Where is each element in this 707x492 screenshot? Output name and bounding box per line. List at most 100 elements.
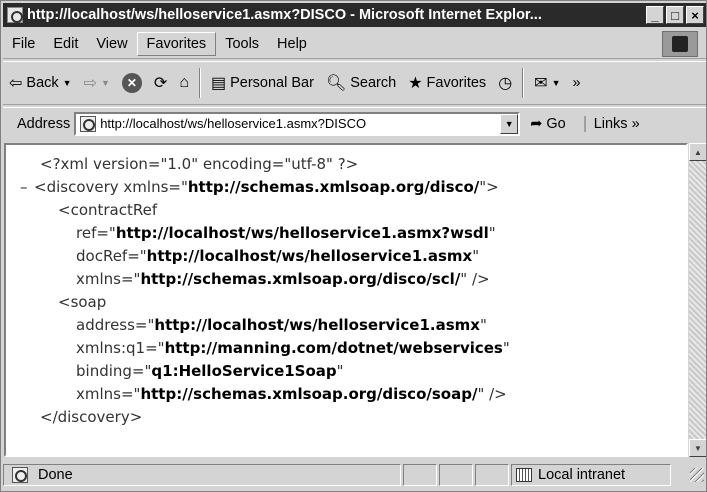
xml-markup: <contractRef xyxy=(58,201,158,219)
forward-button[interactable]: ⇨ ▼ xyxy=(78,66,116,100)
menu-tools[interactable]: Tools xyxy=(216,32,268,56)
maximize-button[interactable]: □ xyxy=(666,6,684,24)
vertical-scrollbar[interactable]: ▲ ▼ xyxy=(689,143,706,457)
xml-markup: <discovery xmlns=" xyxy=(34,178,188,196)
refresh-icon: ⟳ xyxy=(153,75,168,92)
status-main-pane: Done xyxy=(3,464,401,486)
xml-markup: " xyxy=(479,316,487,334)
mail-icon: ✉ xyxy=(534,75,548,92)
home-icon: ⌂ xyxy=(179,74,189,91)
search-icon: 🔍︎ xyxy=(325,75,347,92)
xml-line: docRef="http://localhost/ws/helloservice… xyxy=(6,245,686,268)
internet-explorer-icon[interactable] xyxy=(7,7,23,23)
xml-attribute-value: http://localhost/ws/helloservice1.asmx xyxy=(146,247,473,265)
title-bar: http://localhost/ws/helloservice1.asmx?D… xyxy=(3,3,706,27)
windows-logo-icon xyxy=(662,30,698,57)
favorites-label: Favorites xyxy=(426,75,487,91)
xml-line: <contractRef xyxy=(6,199,686,222)
menu-view[interactable]: View xyxy=(87,32,136,56)
xml-markup: xmlns=" xyxy=(76,270,141,288)
standard-toolbar: ⇦ Back ▼ ⇨ ▼ ✕ ⟳ ⌂ ▤ Personal Bar 🔍︎ Sea… xyxy=(3,61,706,105)
refresh-button[interactable]: ⟳ xyxy=(148,66,173,100)
forward-arrow-icon: ⇨ xyxy=(83,75,97,92)
xml-markup: <?xml version="1.0" encoding="utf-8" ?> xyxy=(40,155,359,173)
xml-markup: docRef=" xyxy=(76,247,147,265)
home-button[interactable]: ⌂ xyxy=(173,66,195,100)
address-input[interactable] xyxy=(100,116,491,131)
menu-bar: File Edit View Favorites Tools Help xyxy=(3,29,706,59)
collapse-toggle[interactable]: – xyxy=(20,176,34,199)
xml-line: ref="http://localhost/ws/helloservice1.a… xyxy=(6,222,686,245)
resize-grip[interactable] xyxy=(690,468,704,482)
xml-attribute-value: http://schemas.xmlsoap.org/disco/ xyxy=(187,178,480,196)
xml-line: </discovery> xyxy=(6,406,686,429)
scroll-up-button[interactable]: ▲ xyxy=(689,143,706,161)
status-pane-empty xyxy=(439,464,473,486)
go-button[interactable]: ➦ Go xyxy=(530,116,566,132)
xml-markup: </discovery> xyxy=(40,408,143,426)
xml-markup: " xyxy=(472,247,480,265)
intranet-icon xyxy=(516,468,532,482)
xml-attribute-value: http://localhost/ws/helloservice1.asmx?w… xyxy=(115,224,489,242)
xml-line: <soap xyxy=(6,291,686,314)
xml-markup: xmlns:q1=" xyxy=(76,339,165,357)
chevron-down-icon[interactable]: ▼ xyxy=(63,78,72,88)
security-zone-pane: Local intranet xyxy=(511,464,671,486)
xml-markup: ref=" xyxy=(76,224,116,242)
xml-line: xmlns="http://schemas.xmlsoap.org/disco/… xyxy=(6,268,686,291)
address-bar: Address ▼ ➦ Go Links » xyxy=(3,107,706,139)
go-arrow-icon: ➦ xyxy=(530,115,543,132)
xml-attribute-value: q1:HelloService1Soap xyxy=(151,362,337,380)
xml-markup: binding=" xyxy=(76,362,152,380)
xml-markup: " /> xyxy=(460,270,490,288)
xml-markup: address=" xyxy=(76,316,155,334)
close-button[interactable]: × xyxy=(686,6,704,24)
window-controls: _ □ × xyxy=(646,6,704,24)
xml-markup: xmlns=" xyxy=(76,385,141,403)
xml-attribute-value: http://schemas.xmlsoap.org/disco/scl/ xyxy=(140,270,461,288)
xml-markup: "> xyxy=(479,178,499,196)
page-icon xyxy=(80,115,97,132)
xml-markup: <soap xyxy=(58,293,107,311)
minimize-button[interactable]: _ xyxy=(646,6,664,24)
toolbar-more-button[interactable]: » xyxy=(566,66,586,100)
menu-favorites[interactable]: Favorites xyxy=(136,31,217,56)
personal-bar-label: Personal Bar xyxy=(230,75,314,91)
menu-edit[interactable]: Edit xyxy=(44,32,87,56)
favorites-button[interactable]: ★ Favorites xyxy=(402,66,492,100)
scroll-down-button[interactable]: ▼ xyxy=(689,439,706,457)
mail-button[interactable]: ✉ ▼ xyxy=(528,66,566,100)
favorites-icon: ★ xyxy=(408,75,423,92)
xml-markup: " xyxy=(488,224,496,242)
personal-bar-icon: ▤ xyxy=(210,75,227,92)
status-pane-empty xyxy=(475,464,509,486)
links-button[interactable]: Links » xyxy=(583,115,640,132)
page-icon xyxy=(12,467,28,483)
menu-file[interactable]: File xyxy=(3,32,44,56)
chevron-down-icon[interactable]: ▼ xyxy=(101,78,110,88)
xml-attribute-value: http://manning.com/dotnet/webservices xyxy=(164,339,503,357)
chevron-down-icon[interactable]: ▼ xyxy=(552,78,561,88)
address-box[interactable]: ▼ xyxy=(74,111,521,136)
search-button[interactable]: 🔍︎ Search xyxy=(320,66,402,100)
status-pane-empty xyxy=(403,464,437,486)
back-arrow-icon: ⇦ xyxy=(9,75,23,92)
back-label: Back xyxy=(26,75,59,91)
menu-help[interactable]: Help xyxy=(268,32,316,56)
xml-line: xmlns:q1="http://manning.com/dotnet/webs… xyxy=(6,337,686,360)
status-text: Done xyxy=(38,467,73,483)
xml-markup: " xyxy=(502,339,510,357)
history-icon: ◷ xyxy=(498,75,513,92)
personal-bar-button[interactable]: ▤ Personal Bar xyxy=(205,66,320,100)
status-bar: Done Local intranet xyxy=(3,461,706,489)
xml-line: binding="q1:HelloService1Soap" xyxy=(6,360,686,383)
back-button[interactable]: ⇦ Back ▼ xyxy=(3,66,78,100)
toolbar-separator xyxy=(198,68,201,98)
history-button[interactable]: ◷ xyxy=(492,66,518,100)
xml-document: <?xml version="1.0" encoding="utf-8" ?> –… xyxy=(6,145,686,429)
address-dropdown-button[interactable]: ▼ xyxy=(500,113,519,134)
stop-icon: ✕ xyxy=(121,73,142,93)
address-label: Address xyxy=(17,115,71,132)
xml-line: xmlns="http://schemas.xmlsoap.org/disco/… xyxy=(6,383,686,406)
stop-button[interactable]: ✕ xyxy=(116,66,148,100)
